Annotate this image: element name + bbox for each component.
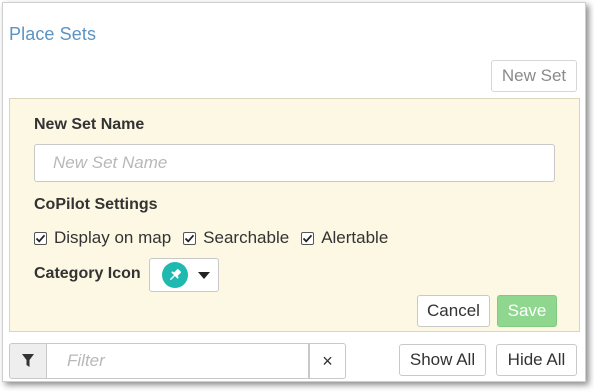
hide-all-button[interactable]: Hide All bbox=[496, 344, 577, 376]
set-name-label: New Set Name bbox=[34, 116, 145, 133]
filter-input[interactable] bbox=[47, 343, 309, 379]
searchable-label: Searchable bbox=[203, 228, 290, 247]
chevron-down-icon bbox=[198, 271, 210, 279]
searchable-checkbox[interactable] bbox=[183, 231, 197, 245]
checkmark-icon bbox=[303, 234, 313, 243]
pushpin-icon bbox=[162, 262, 188, 288]
category-icon-label: Category Icon bbox=[34, 265, 141, 282]
clear-filter-button[interactable]: × bbox=[309, 343, 346, 379]
new-set-button[interactable]: New Set bbox=[491, 60, 577, 92]
cancel-button[interactable]: Cancel bbox=[417, 295, 490, 327]
save-button[interactable]: Save bbox=[497, 295, 557, 327]
show-all-button[interactable]: Show All bbox=[399, 344, 486, 376]
category-icon-dropdown[interactable] bbox=[149, 258, 219, 292]
set-name-input[interactable] bbox=[34, 144, 555, 182]
filter-icon bbox=[22, 354, 34, 367]
place-sets-window: Place Sets New Set New Set Name CoPilot … bbox=[2, 2, 586, 382]
display-on-map-checkbox[interactable] bbox=[34, 231, 47, 245]
searchable-option[interactable]: Searchable bbox=[183, 228, 289, 248]
copilot-options: Display on map Searchable Alertable bbox=[34, 228, 400, 248]
alertable-option[interactable]: Alertable bbox=[301, 228, 388, 248]
display-on-map-label: Display on map bbox=[54, 228, 172, 247]
checkmark-icon bbox=[185, 234, 195, 243]
page-title: Place Sets bbox=[9, 24, 97, 44]
copilot-settings-label: CoPilot Settings bbox=[34, 196, 158, 213]
display-on-map-option[interactable]: Display on map bbox=[34, 228, 171, 248]
alertable-checkbox[interactable] bbox=[301, 231, 315, 245]
filter-addon bbox=[9, 343, 47, 379]
alertable-label: Alertable bbox=[321, 228, 389, 247]
checkmark-icon bbox=[35, 234, 46, 243]
new-set-panel: New Set Name CoPilot Settings Display on… bbox=[9, 98, 580, 332]
